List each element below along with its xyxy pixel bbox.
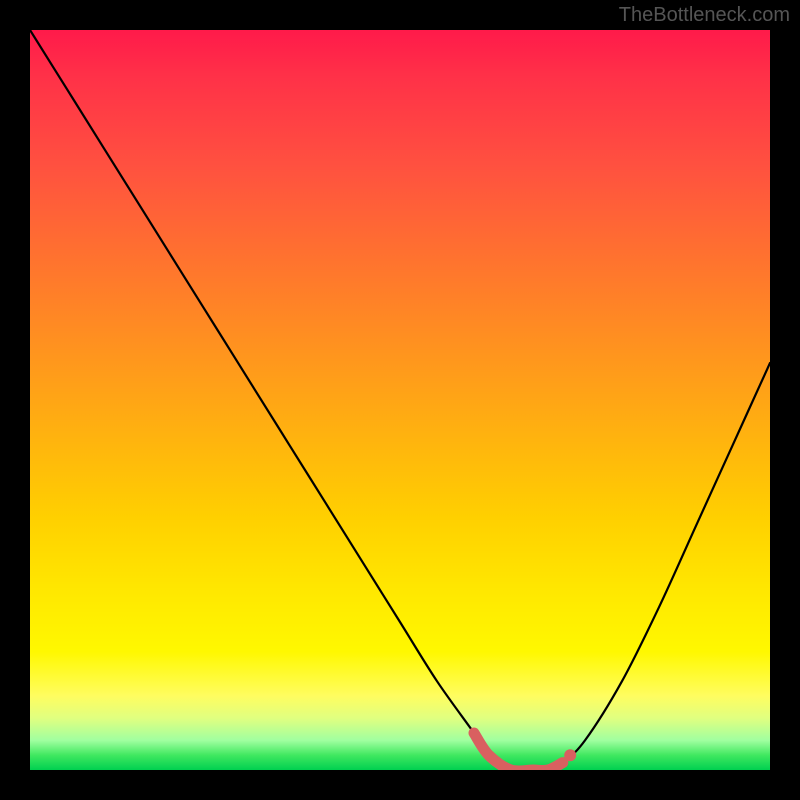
chart-svg <box>30 30 770 770</box>
watermark-text: TheBottleneck.com <box>619 4 790 27</box>
highlight-end-dot <box>564 749 576 761</box>
bottleneck-highlight-segment <box>474 733 563 770</box>
chart-plot-area <box>30 30 770 770</box>
bottleneck-curve-line <box>30 30 770 770</box>
